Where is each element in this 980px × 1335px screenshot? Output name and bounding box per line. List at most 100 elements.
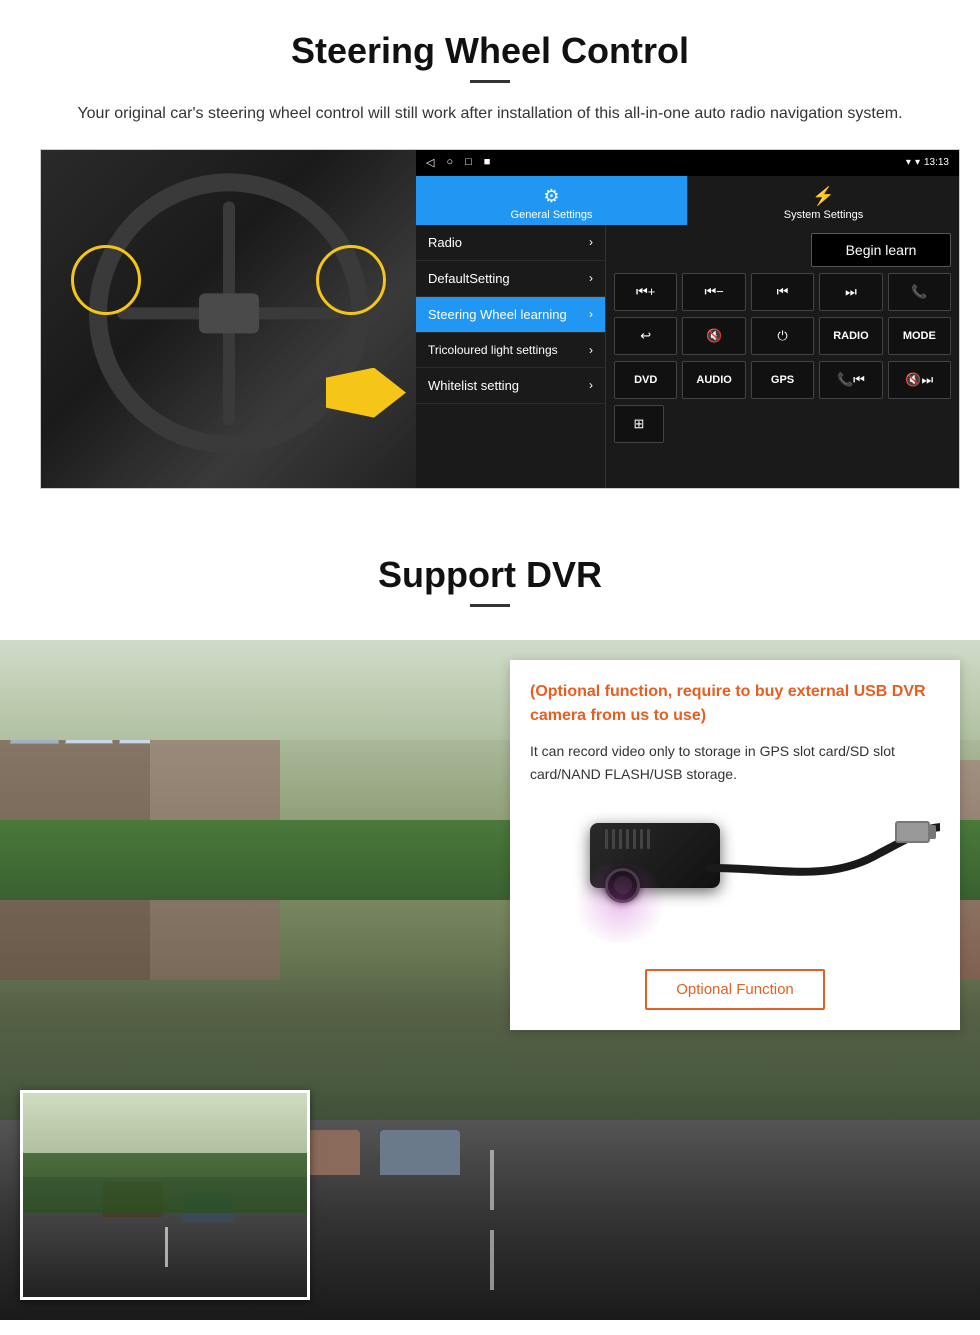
radio-label: RADIO — [833, 330, 868, 342]
thumb-trees — [23, 1153, 307, 1213]
mute-next-button[interactable]: 🔇⏭ — [888, 361, 951, 399]
camera-device-container — [530, 803, 940, 953]
car-parked-2 — [380, 1130, 460, 1175]
dvd-button[interactable]: DVD — [614, 361, 677, 399]
phone-prev-button[interactable]: 📞⏮ — [819, 361, 882, 399]
audio-label: AUDIO — [696, 374, 731, 386]
lane-mark-1 — [490, 1150, 494, 1210]
power-icon: ⏻ — [777, 328, 787, 344]
gps-button[interactable]: GPS — [751, 361, 814, 399]
settings-menu-list: Radio › DefaultSetting › Steering Wheel … — [416, 225, 606, 488]
menu-item-default[interactable]: DefaultSetting › — [416, 261, 605, 297]
menu-item-radio[interactable]: Radio › — [416, 225, 605, 261]
dvr-title-divider — [470, 604, 510, 607]
menu-arrow-default: › — [589, 271, 593, 285]
menu-radio-label: Radio — [428, 235, 462, 250]
control-row-2: ↩ 🔇 ⏻ RADIO MODE — [614, 317, 951, 355]
dvr-description: It can record video only to storage in G… — [530, 740, 940, 788]
android-ui-panel: ◁ ○ □ ■ ▾ ▾ 13:13 ⚙ General Settings — [416, 150, 959, 488]
settings-gear-icon: ⚙ — [422, 186, 681, 207]
menu-arrow-steering: › — [589, 307, 593, 321]
title-divider — [470, 80, 510, 83]
dvr-title: Support DVR — [40, 554, 940, 596]
steering-subtitle: Your original car's steering wheel contr… — [60, 101, 920, 127]
tab-system-settings[interactable]: ⚡ System Settings — [687, 176, 959, 225]
signal-icon: ▾ — [906, 157, 911, 168]
mode-button[interactable]: MODE — [888, 317, 951, 355]
tab-system-label: System Settings — [784, 209, 863, 221]
power-button[interactable]: ⏻ — [751, 317, 814, 355]
phone-prev-icon: 📞⏮ — [837, 372, 865, 388]
dvr-section: Support DVR — [0, 529, 980, 1320]
steering-section: Steering Wheel Control Your original car… — [0, 0, 980, 509]
status-icons: ▾ ▾ 13:13 — [906, 157, 949, 168]
dvd-label: DVD — [634, 374, 657, 386]
extra-icon: ⊞ — [634, 416, 645, 432]
menu-arrow-whitelist: › — [589, 378, 593, 392]
back-icon: ◁ — [426, 156, 434, 169]
dvr-header: Support DVR — [0, 529, 980, 640]
mute-next-icon: 🔇⏭ — [905, 372, 933, 388]
gps-label: GPS — [771, 374, 794, 386]
dvr-optional-notice: (Optional function, require to buy exter… — [530, 680, 940, 728]
camera-glow-effect — [570, 863, 670, 943]
highlight-circle-left — [71, 245, 141, 315]
steering-controls-panel: Begin learn ⏮+ ⏮− ⏮ — [606, 225, 959, 488]
menu-item-whitelist[interactable]: Whitelist setting › — [416, 368, 605, 404]
vol-up-icon: ⏮+ — [636, 284, 655, 300]
arrow-indicator — [326, 368, 406, 418]
usb-tab — [928, 825, 936, 839]
next-track-button[interactable]: ⏭ — [819, 273, 882, 311]
menu-arrow-tricoloured: › — [589, 343, 593, 357]
system-icon: ⚡ — [694, 186, 953, 207]
hang-up-icon: ↩ — [640, 328, 651, 344]
dvr-background-container: (Optional function, require to buy exter… — [0, 640, 980, 1320]
steering-demo: ◁ ○ □ ■ ▾ ▾ 13:13 ⚙ General Settings — [40, 149, 960, 489]
dvr-thumbnail — [20, 1090, 310, 1300]
vol-up-button[interactable]: ⏮+ — [614, 273, 677, 311]
prev-track-icon: ⏮ — [777, 284, 789, 300]
android-content: Radio › DefaultSetting › Steering Wheel … — [416, 225, 959, 488]
menu-whitelist-label: Whitelist setting — [428, 378, 519, 393]
begin-learn-row: Begin learn — [614, 233, 951, 267]
vol-down-icon: ⏮− — [704, 284, 723, 300]
extra-button[interactable]: ⊞ — [614, 405, 664, 443]
thumb-sky — [23, 1093, 307, 1153]
dvr-street-background: (Optional function, require to buy exter… — [0, 640, 980, 1320]
steering-wheel — [89, 173, 369, 453]
menu-arrow-radio: › — [589, 235, 593, 249]
tab-general-settings[interactable]: ⚙ General Settings — [416, 176, 687, 225]
phone-icon: 📞 — [911, 284, 927, 300]
control-row-4: ⊞ — [614, 405, 951, 443]
hang-up-button[interactable]: ↩ — [614, 317, 677, 355]
tab-general-label: General Settings — [511, 209, 593, 221]
steering-title: Steering Wheel Control — [40, 30, 940, 72]
vol-down-button[interactable]: ⏮− — [682, 273, 745, 311]
dvr-camera-illustration — [530, 803, 940, 953]
prev-track-button[interactable]: ⏮ — [751, 273, 814, 311]
next-track-icon: ⏭ — [845, 284, 857, 300]
recents-icon: □ — [465, 156, 472, 169]
phone-button[interactable]: 📞 — [888, 273, 951, 311]
time-display: 13:13 — [924, 157, 949, 168]
home-icon: ○ — [446, 156, 453, 169]
mute-button[interactable]: 🔇 — [682, 317, 745, 355]
menu-steering-label: Steering Wheel learning — [428, 307, 567, 322]
radio-button[interactable]: RADIO — [819, 317, 882, 355]
usb-connector — [895, 821, 930, 843]
thumb-lane — [165, 1227, 168, 1267]
thumbnail-scene — [23, 1093, 307, 1297]
menu-item-tricoloured[interactable]: Tricoloured light settings › — [416, 333, 605, 368]
optional-function-button[interactable]: Optional Function — [645, 969, 825, 1010]
android-tabs[interactable]: ⚙ General Settings ⚡ System Settings — [416, 176, 959, 225]
audio-button[interactable]: AUDIO — [682, 361, 745, 399]
begin-learn-button[interactable]: Begin learn — [811, 233, 951, 267]
mode-label: MODE — [903, 330, 936, 342]
menu-tricoloured-label: Tricoloured light settings — [428, 343, 558, 357]
control-row-1: ⏮+ ⏮− ⏮ ⏭ 📞 — [614, 273, 951, 311]
menu-default-label: DefaultSetting — [428, 271, 510, 286]
lane-mark-2 — [490, 1230, 494, 1290]
android-statusbar: ◁ ○ □ ■ ▾ ▾ 13:13 — [416, 150, 959, 176]
menu-icon: ■ — [484, 156, 491, 169]
menu-item-steering-wheel[interactable]: Steering Wheel learning › — [416, 297, 605, 333]
